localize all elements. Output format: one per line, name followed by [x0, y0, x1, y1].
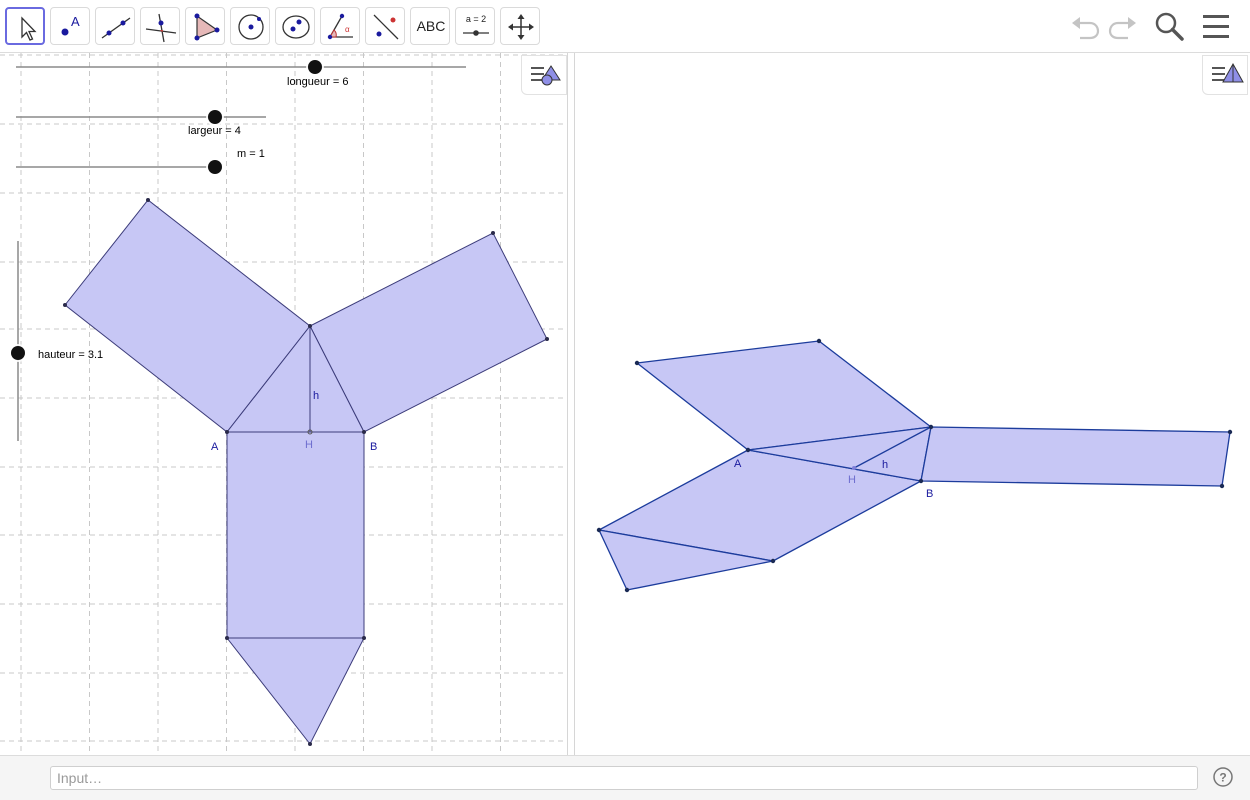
move-tool-button[interactable] — [5, 7, 45, 45]
polygon-icon — [194, 13, 220, 41]
base-rectangle[interactable] — [226, 431, 365, 639]
redo-icon[interactable] — [1106, 8, 1140, 44]
face-right-rectangle[interactable] — [920, 426, 1231, 487]
circle-icon — [238, 14, 264, 40]
text-tool-label: ABC — [416, 18, 446, 34]
point-label-h: H — [305, 439, 313, 451]
point-icon: A — [61, 14, 80, 36]
graphics-view-1-canvas[interactable]: A B H h longueur = 6 largeur = 4 m = 1 h… — [0, 53, 567, 755]
svg-text:A: A — [71, 14, 80, 29]
text-tool-button[interactable]: ABC — [410, 7, 450, 45]
search-icon[interactable] — [1152, 8, 1186, 44]
help-icon[interactable]: ? — [1212, 766, 1234, 788]
point-label-h-3d: H — [848, 474, 856, 486]
point-tool-button[interactable]: A — [50, 7, 90, 45]
graphics-view-2-canvas[interactable]: A B H h — [575, 53, 1250, 755]
point-label-b: B — [370, 441, 377, 453]
svg-text:α: α — [345, 25, 350, 34]
angle-tool-button[interactable]: α — [320, 7, 360, 45]
style-bar-icon — [531, 65, 561, 86]
svg-text:?: ? — [1219, 771, 1226, 785]
slider-longueur[interactable]: longueur = 6 — [16, 58, 466, 88]
net-figure-3d[interactable] — [598, 340, 1231, 591]
point-label-a: A — [211, 441, 219, 453]
graphics-view-2[interactable]: A B H h — [575, 53, 1250, 755]
move-graphics-tool-button[interactable] — [500, 7, 540, 45]
polygon-tool-button[interactable] — [185, 7, 225, 45]
slider-largeur[interactable]: largeur = 4 — [16, 108, 266, 137]
undo-icon[interactable] — [1068, 8, 1102, 44]
point-label-b-3d: B — [926, 488, 933, 500]
style-bar-toggle-1[interactable] — [521, 55, 567, 95]
view-splitter[interactable] — [567, 53, 575, 755]
perpendicular-line-icon — [145, 13, 177, 43]
slider-icon — [463, 30, 489, 36]
slider-m[interactable]: m = 1 — [16, 148, 265, 176]
segment-label-h-3d: h — [882, 459, 888, 471]
slider-longueur-label: longueur = 6 — [287, 76, 348, 88]
segment-label-h: h — [313, 390, 319, 402]
slider-m-label: m = 1 — [237, 148, 265, 160]
algebra-input-field[interactable] — [50, 766, 1198, 790]
slider-hauteur-label: hauteur = 3.1 — [38, 349, 103, 361]
style-bar-toggle-2[interactable] — [1202, 55, 1248, 95]
geogebra-app: A α ABC a = 2 A B H h longueur = 6 large… — [0, 0, 1250, 800]
graphics-view-1[interactable]: A B H h longueur = 6 largeur = 4 m = 1 h… — [0, 53, 567, 755]
style-bar-3d-icon — [1212, 62, 1244, 83]
reflect-tool-button[interactable] — [365, 7, 405, 45]
menu-icon[interactable] — [1200, 8, 1234, 44]
line-icon — [101, 17, 131, 39]
move-arrows-icon — [508, 14, 534, 40]
toolbar: A α ABC a = 2 — [0, 0, 1250, 53]
perpendicular-line-tool-button[interactable] — [140, 7, 180, 45]
net-figure-2d[interactable] — [64, 199, 548, 745]
circle-tool-button[interactable] — [230, 7, 270, 45]
slider-largeur-label: largeur = 4 — [188, 125, 241, 137]
cursor-icon — [21, 16, 37, 41]
input-bar — [0, 755, 1250, 800]
ellipse-icon — [282, 15, 310, 39]
angle-icon: α — [327, 13, 353, 40]
reflect-icon — [373, 14, 399, 40]
point-label-a-3d: A — [734, 458, 742, 470]
line-tool-button[interactable] — [95, 7, 135, 45]
ellipse-tool-button[interactable] — [275, 7, 315, 45]
slider-tool-button[interactable]: a = 2 — [455, 7, 495, 45]
